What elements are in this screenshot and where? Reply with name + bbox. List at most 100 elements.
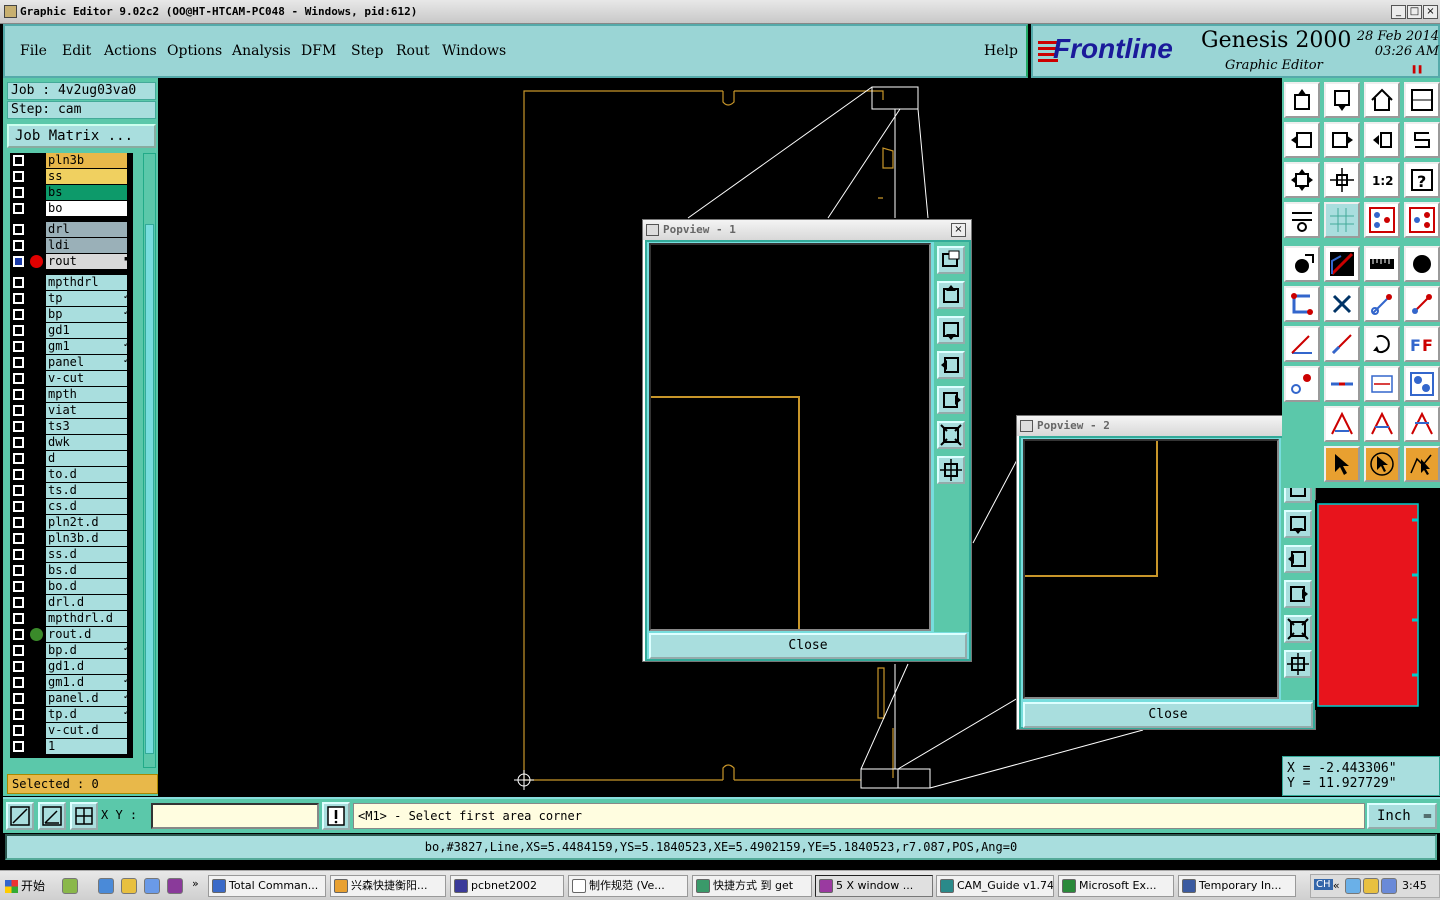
layer-checkbox[interactable] — [13, 155, 24, 166]
layer-checkbox[interactable] — [13, 629, 24, 640]
pan-down-icon[interactable] — [1324, 82, 1360, 118]
layer-name[interactable]: bs.d — [46, 563, 127, 578]
layer-row[interactable]: bo — [10, 201, 133, 216]
layer-checkbox[interactable] — [13, 453, 24, 464]
layer-checkbox[interactable] — [13, 709, 24, 720]
more-icon[interactable]: » — [192, 877, 199, 890]
layer-scrollbar[interactable] — [143, 153, 156, 768]
layer-row[interactable]: drl.d — [10, 595, 133, 610]
layer-name[interactable]: v-cut — [46, 371, 127, 386]
layer-name[interactable]: drl.d — [46, 595, 127, 610]
delete-feature-icon[interactable] — [1324, 286, 1360, 322]
select-polygon-icon[interactable] — [1404, 446, 1440, 482]
layer-checkbox[interactable] — [13, 256, 24, 267]
layer-checkbox[interactable] — [13, 469, 24, 480]
layer-checkbox[interactable] — [13, 373, 24, 384]
layer-name[interactable]: ss.d — [46, 547, 127, 562]
select-area-icon[interactable] — [1364, 446, 1400, 482]
zoom-fit-icon[interactable] — [1284, 162, 1320, 198]
taskbar-item[interactable]: CAM_Guide v1.74 — [936, 875, 1054, 897]
layer-row[interactable]: ldi — [10, 238, 133, 253]
start-button[interactable]: 开始 — [3, 875, 45, 897]
arc-cw-icon[interactable] — [1324, 406, 1360, 442]
angle-icon[interactable] — [1284, 326, 1320, 362]
overview-minimap[interactable] — [1315, 500, 1440, 710]
x-window-icon[interactable] — [167, 878, 183, 894]
layer-checkbox[interactable] — [13, 240, 24, 251]
layer-checkbox[interactable] — [13, 581, 24, 592]
input-language[interactable]: CH — [1314, 879, 1333, 890]
units-selector[interactable]: Inch ═ — [1367, 803, 1437, 829]
pan-left-icon[interactable] — [937, 351, 965, 379]
zoom-center-icon[interactable] — [1284, 650, 1312, 678]
pan-right-icon[interactable] — [937, 386, 965, 414]
zoom-window-icon[interactable] — [937, 246, 965, 274]
job-matrix-button[interactable]: Job Matrix ... — [7, 124, 156, 148]
popview-2-close-button[interactable]: Close — [1023, 702, 1313, 728]
layer-checkbox[interactable] — [13, 725, 24, 736]
layer-name[interactable]: bp.d — [46, 643, 127, 658]
popview-2-viewport[interactable] — [1023, 439, 1279, 699]
move-line-icon[interactable] — [1364, 286, 1400, 322]
layer-checkbox[interactable] — [13, 613, 24, 624]
taskbar-item[interactable]: pcbnet2002 — [450, 875, 564, 897]
popview-1-close-x[interactable]: × — [951, 223, 966, 237]
layer-name[interactable]: mpthdrl — [46, 275, 127, 290]
layer-row[interactable]: panel.d ↙ — [10, 691, 133, 706]
layer-row[interactable]: ts3 — [10, 419, 133, 434]
menu-windows[interactable]: Windows — [442, 43, 506, 59]
menu-actions[interactable]: Actions — [104, 43, 157, 59]
break-line-icon[interactable] — [1324, 366, 1360, 402]
layer-name[interactable]: bo.d — [46, 579, 127, 594]
layer-checkbox[interactable] — [13, 357, 24, 368]
menu-step[interactable]: Step — [351, 43, 383, 59]
layer-checkbox[interactable] — [13, 549, 24, 560]
redraw-icon[interactable] — [1404, 122, 1440, 158]
snap-control-icon[interactable] — [1364, 202, 1400, 238]
menu-dfm[interactable]: DFM — [301, 43, 336, 59]
layer-name[interactable]: tp.d — [46, 707, 127, 722]
add-pad-icon[interactable] — [1284, 246, 1320, 282]
zoom-1to2-icon[interactable]: 1:2 — [1364, 162, 1400, 198]
layer-name[interactable]: gd1 — [46, 323, 127, 338]
layer-checkbox[interactable] — [13, 485, 24, 496]
layer-name[interactable]: gd1.d — [46, 659, 127, 674]
maximize-button[interactable]: □ — [1407, 5, 1422, 19]
grid-snap-icon[interactable] — [70, 802, 98, 830]
menu-help[interactable]: Help — [984, 43, 1018, 59]
layer-row[interactable]: tp ↙ — [10, 291, 133, 306]
layer-row[interactable]: bs — [10, 185, 133, 200]
rotate-icon[interactable] — [1364, 326, 1400, 362]
snap-angle-icon[interactable] — [38, 802, 66, 830]
scrollbar-thumb[interactable] — [145, 224, 154, 754]
taskbar-item[interactable]: 5 X window ... — [815, 875, 933, 897]
node-edit-icon[interactable] — [1284, 286, 1320, 322]
pan-right-icon[interactable] — [1284, 580, 1312, 608]
select-pointer-icon[interactable] — [1324, 446, 1360, 482]
layer-row[interactable]: bo.d — [10, 579, 133, 594]
layer-name[interactable]: panel — [46, 355, 127, 370]
layer-row[interactable]: pln2t.d — [10, 515, 133, 530]
line-draw-icon[interactable] — [1324, 326, 1360, 362]
popview-1-close-button[interactable]: Close — [649, 633, 967, 659]
layer-row[interactable]: gm1.d ↙ — [10, 675, 133, 690]
browser-icon[interactable] — [144, 878, 160, 894]
menu-edit[interactable]: Edit — [62, 43, 91, 59]
zoom-center-icon[interactable] — [937, 456, 965, 484]
layer-name[interactable]: gm1 — [46, 339, 127, 354]
layer-checkbox[interactable] — [13, 203, 24, 214]
layer-name[interactable]: pln3b.d — [46, 531, 127, 546]
layer-checkbox[interactable] — [13, 501, 24, 512]
layer-name[interactable]: ts3 — [46, 419, 127, 434]
layer-name[interactable]: pln2t.d — [46, 515, 127, 530]
layer-checkbox[interactable] — [13, 517, 24, 528]
layer-row[interactable]: drl — [10, 222, 133, 237]
layer-row[interactable]: d — [10, 451, 133, 466]
taskbar-item[interactable]: Temporary In... — [1178, 875, 1296, 897]
alert-icon[interactable] — [322, 802, 350, 830]
layer-status-dot[interactable] — [30, 628, 43, 641]
layer-name[interactable]: pln3b — [46, 153, 127, 168]
taskbar-item[interactable]: Microsoft Ex... — [1058, 875, 1174, 897]
view-frame-icon[interactable] — [1404, 82, 1440, 118]
layer-name[interactable]: mpthdrl.d — [46, 611, 127, 626]
